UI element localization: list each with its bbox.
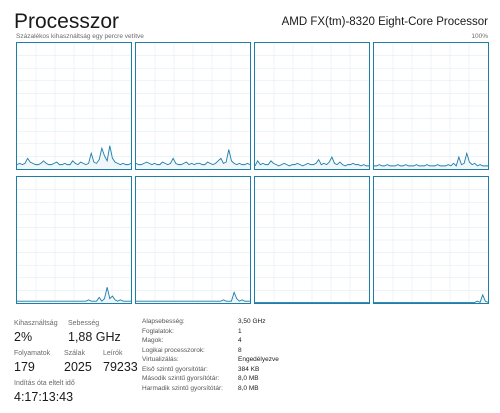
info-row-base-speed: Alapsebesség: 3,50 GHz xyxy=(142,318,302,328)
cpu-core-graph-plot xyxy=(136,43,250,169)
cpu-core-graph-plot xyxy=(374,43,488,169)
info-value: 8,0 MB xyxy=(238,375,259,382)
info-key: Virtualizálás: xyxy=(142,356,179,363)
info-value: 8 xyxy=(238,346,242,354)
info-key: Logikai processzorok: xyxy=(142,346,205,354)
info-row-logical-processors: Logikai processzorok: 8 xyxy=(142,347,302,357)
info-value: 4 xyxy=(238,337,242,344)
cpu-model-name: AMD FX(tm)-8320 Eight-Core Processor xyxy=(281,16,488,28)
cpu-core-graph-grid[interactable] xyxy=(16,42,489,304)
graph-max-label: 100% xyxy=(471,33,488,40)
info-row-l2-cache: Második szintű gyorsítótár: 8,0 MB xyxy=(142,375,302,385)
cpu-core-graph-plot xyxy=(255,43,369,169)
processes-label: Folyamatok xyxy=(14,350,51,357)
info-key: Második szintű gyorsítótár: xyxy=(142,375,220,382)
processes-value: 179 xyxy=(14,360,35,374)
cpu-core-graph[interactable] xyxy=(135,176,251,304)
info-row-l3-cache: Harmadik szintű gyorsítótár: 8,0 MB xyxy=(142,385,302,395)
page-title: Processzor xyxy=(14,10,120,33)
info-value: 384 KB xyxy=(238,365,260,373)
info-row-sockets: Foglalatok: 1 xyxy=(142,328,302,338)
cpu-core-graph[interactable] xyxy=(373,42,489,170)
cpu-core-graph[interactable] xyxy=(254,176,370,304)
info-value: 8,0 MB xyxy=(238,384,259,392)
threads-label: Szálak xyxy=(64,350,86,357)
cpu-core-graph-plot xyxy=(255,177,369,303)
info-value: Engedélyezve xyxy=(238,356,279,363)
info-row-virtualization: Virtualizálás: Engedélyezve xyxy=(142,356,302,366)
utilization-label: Kihasználtság xyxy=(14,320,58,327)
cpu-core-graph[interactable] xyxy=(254,42,370,170)
uptime-label: Indítás óta eltelt idő xyxy=(14,380,75,387)
info-key: Első szintű gyorsítótár: xyxy=(142,365,208,373)
cpu-core-graph-plot xyxy=(136,177,250,303)
cpu-core-graph[interactable] xyxy=(16,176,132,304)
info-value: 1 xyxy=(238,327,242,335)
cpu-core-graph[interactable] xyxy=(135,42,251,170)
cpu-core-graph-plot xyxy=(17,177,131,303)
graph-caption: Százalékos kihasználtság egy percre vetí… xyxy=(16,33,144,40)
info-key: Alapsebesség: xyxy=(142,318,185,325)
info-key: Harmadik szintű gyorsítótár: xyxy=(142,384,223,392)
uptime-value: 4:17:13:43 xyxy=(14,390,74,404)
info-row-l1-cache: Első szintű gyorsítótár: 384 KB xyxy=(142,366,302,376)
info-row-cores: Magok: 4 xyxy=(142,337,302,347)
cpu-core-graph-plot xyxy=(374,177,488,303)
info-key: Foglalatok: xyxy=(142,327,174,335)
utilization-value: 2% xyxy=(14,330,33,344)
threads-value: 2025 xyxy=(64,360,92,374)
cpu-core-graph[interactable] xyxy=(16,42,132,170)
speed-label: Sebesség xyxy=(68,320,100,327)
handles-label: Leírók xyxy=(103,350,123,357)
info-value: 3,50 GHz xyxy=(238,318,266,325)
cpu-core-graph[interactable] xyxy=(373,176,489,304)
info-key: Magok: xyxy=(142,337,164,344)
cpu-core-graph-plot xyxy=(17,43,131,169)
speed-value: 1,88 GHz xyxy=(68,330,121,344)
handles-value: 79233 xyxy=(103,360,138,374)
